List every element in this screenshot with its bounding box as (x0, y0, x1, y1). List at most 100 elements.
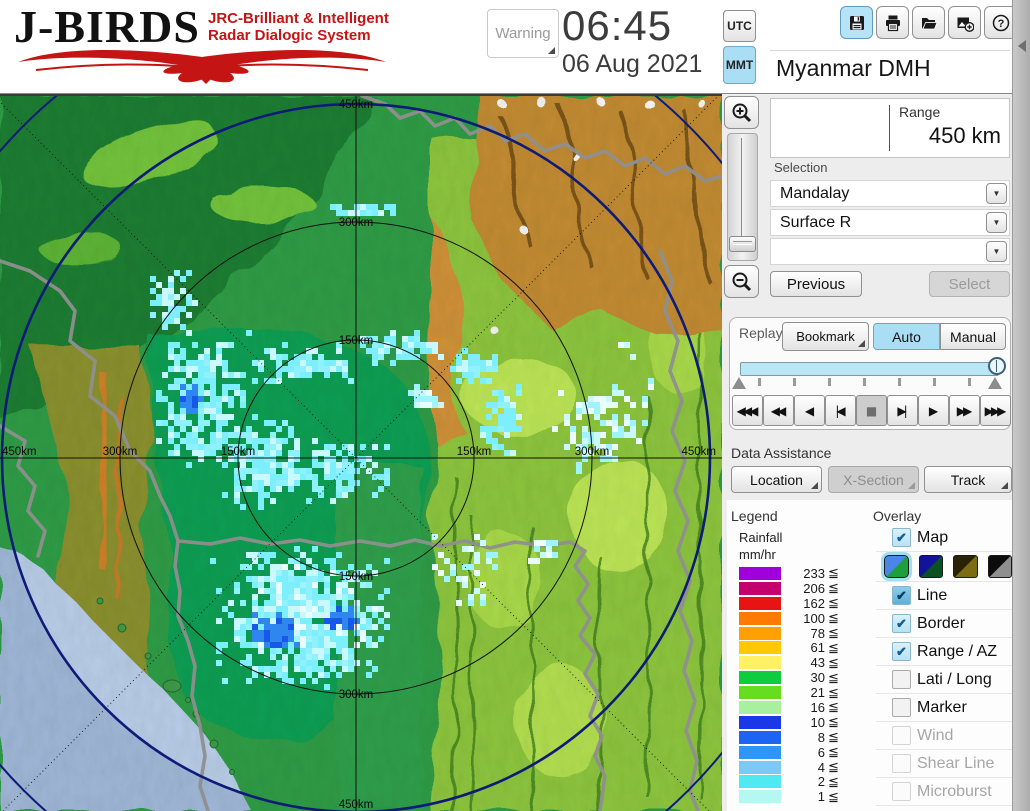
slider-end-marker[interactable] (988, 377, 1002, 389)
overlay-item-label: Wind (917, 727, 953, 745)
legend-row: 1 ≦ (739, 789, 839, 804)
data-assistance-label: Data Assistance (731, 445, 831, 461)
legend-value: 2 (781, 774, 825, 789)
ring-label: 300km (103, 446, 138, 458)
zoom-in-button[interactable] (724, 96, 759, 129)
overlay-row-marker[interactable]: Marker (876, 694, 1012, 722)
x-section-button[interactable]: X-Section (828, 466, 919, 493)
legend-color-swatch (739, 761, 781, 774)
checkbox-checked[interactable]: ✔ (892, 528, 911, 547)
map-style-swatch[interactable] (988, 555, 1013, 578)
replay-slider-handle[interactable] (988, 357, 1006, 375)
chevron-down-icon[interactable]: ▼ (986, 241, 1007, 262)
mmt-button[interactable]: MMT (723, 46, 756, 84)
legend-operator: ≦ (828, 595, 839, 611)
legend-value: 100 (781, 611, 825, 626)
overlay-list: ✔Map ✔Line✔Border✔Range / AZLati / LongMa… (876, 524, 1012, 806)
forward-3x-button[interactable]: ▶▶▶ (980, 395, 1011, 426)
checkbox-checked[interactable]: ✔ (892, 586, 911, 605)
legend-color-swatch (739, 612, 781, 625)
map-style-swatch-selected[interactable] (884, 555, 909, 578)
export-image-button[interactable] (948, 6, 981, 39)
play-reverse-button[interactable]: ◀ (794, 395, 825, 426)
overlay-row-map[interactable]: ✔Map (876, 524, 1012, 552)
checkbox-unchecked[interactable] (892, 670, 911, 689)
legend-operator: ≦ (828, 744, 839, 760)
legend-row: 8 ≦ (739, 730, 839, 745)
overlay-row-range-az[interactable]: ✔Range / AZ (876, 638, 1012, 666)
slider-tick (828, 378, 831, 386)
overlay-row-line[interactable]: ✔Line (876, 582, 1012, 610)
app-logo-subtitle-1: JRC-Brilliant & Intelligent (208, 10, 389, 27)
play-button[interactable]: ▶ (918, 395, 949, 426)
overlay-row-lati-long[interactable]: Lati / Long (876, 666, 1012, 694)
legend-color-swatch (739, 567, 781, 580)
rewind-3x-button[interactable]: ◀◀◀ (732, 395, 763, 426)
location-button[interactable]: Location (731, 466, 822, 493)
overlay-row-border[interactable]: ✔Border (876, 610, 1012, 638)
legend-row: 43 ≦ (739, 655, 839, 670)
ring-label: 450km (339, 99, 374, 111)
chevron-down-icon[interactable]: ▼ (986, 183, 1007, 204)
legend-color-swatch (739, 671, 781, 684)
utc-button[interactable]: UTC (723, 10, 756, 42)
map-style-swatch[interactable] (953, 555, 978, 578)
replay-slider-track[interactable] (740, 362, 999, 376)
product-dropdown[interactable]: Surface R ▼ (770, 209, 1010, 236)
legend-scale: 233 ≦ 206 ≦ 162 ≦ 100 ≦ 78 ≦ 61 ≦ 43 ≦ 3… (739, 566, 839, 804)
replay-panel: Replay Bookmark Auto Manual ◀◀◀◀◀◀|◀■▶|▶… (729, 317, 1011, 430)
ring-label: 300km (575, 446, 610, 458)
legend-row: 30 ≦ (739, 670, 839, 685)
ring-label: 150km (457, 446, 492, 458)
overlay-row-microburst[interactable]: Microburst (876, 778, 1012, 806)
range-display: Range 450 km (770, 98, 1010, 158)
overlay-row-wind[interactable]: Wind (876, 722, 1012, 750)
step-back-button[interactable]: |◀ (825, 395, 856, 426)
checkbox-unchecked[interactable] (892, 726, 911, 745)
legend-value: 8 (781, 730, 825, 745)
forward-2x-button[interactable]: ▶▶ (949, 395, 980, 426)
checkbox-unchecked[interactable] (892, 782, 911, 801)
svg-text:?: ? (997, 18, 1004, 30)
track-button[interactable]: Track (924, 466, 1012, 493)
open-folder-button[interactable] (912, 6, 945, 39)
playback-controls: ◀◀◀◀◀◀|◀■▶|▶▶▶▶▶▶ (732, 395, 1011, 426)
panel-collapse-strip[interactable] (1012, 0, 1030, 811)
radar-map[interactable]: 450km 300km 150km 150km 300km 450km 450k… (0, 94, 722, 811)
legend-operator: ≦ (828, 565, 839, 581)
site-dropdown[interactable]: Mandalay ▼ (770, 180, 1010, 207)
save-button[interactable] (840, 6, 873, 39)
checkbox-unchecked[interactable] (892, 698, 911, 717)
legend-row: 206 ≦ (739, 581, 839, 596)
map-style-swatch[interactable] (919, 555, 944, 578)
zoom-slider[interactable] (727, 133, 758, 261)
toolbar: ? (840, 6, 1017, 39)
legend-value: 30 (781, 670, 825, 685)
legend-value: 43 (781, 655, 825, 670)
legend-section-label: Legend (731, 508, 778, 524)
slider-start-marker[interactable] (732, 377, 746, 389)
previous-button[interactable]: Previous (770, 271, 862, 297)
rewind-2x-button[interactable]: ◀◀ (763, 395, 794, 426)
option-dropdown[interactable]: ▼ (770, 238, 1010, 265)
bookmark-button[interactable]: Bookmark (782, 322, 869, 351)
warning-button[interactable]: Warning (487, 9, 559, 58)
eagle-logo-icon (16, 40, 388, 86)
checkbox-checked[interactable]: ✔ (892, 614, 911, 633)
print-button[interactable] (876, 6, 909, 39)
legend-color-swatch (739, 701, 781, 714)
zoom-out-button[interactable] (724, 265, 759, 298)
zoom-slider-handle[interactable] (729, 236, 756, 252)
legend-row: 21 ≦ (739, 685, 839, 700)
stop-button[interactable]: ■ (856, 395, 887, 426)
checkbox-checked[interactable]: ✔ (892, 642, 911, 661)
overlay-row-shear-line[interactable]: Shear Line (876, 750, 1012, 778)
auto-mode-button[interactable]: Auto (873, 323, 940, 350)
legend-value: 233 (781, 566, 825, 581)
manual-mode-button[interactable]: Manual (940, 323, 1006, 350)
legend-color-swatch (739, 716, 781, 729)
checkbox-unchecked[interactable] (892, 754, 911, 773)
select-button[interactable]: Select (929, 271, 1010, 297)
step-forward-button[interactable]: ▶| (887, 395, 918, 426)
chevron-down-icon[interactable]: ▼ (986, 212, 1007, 233)
